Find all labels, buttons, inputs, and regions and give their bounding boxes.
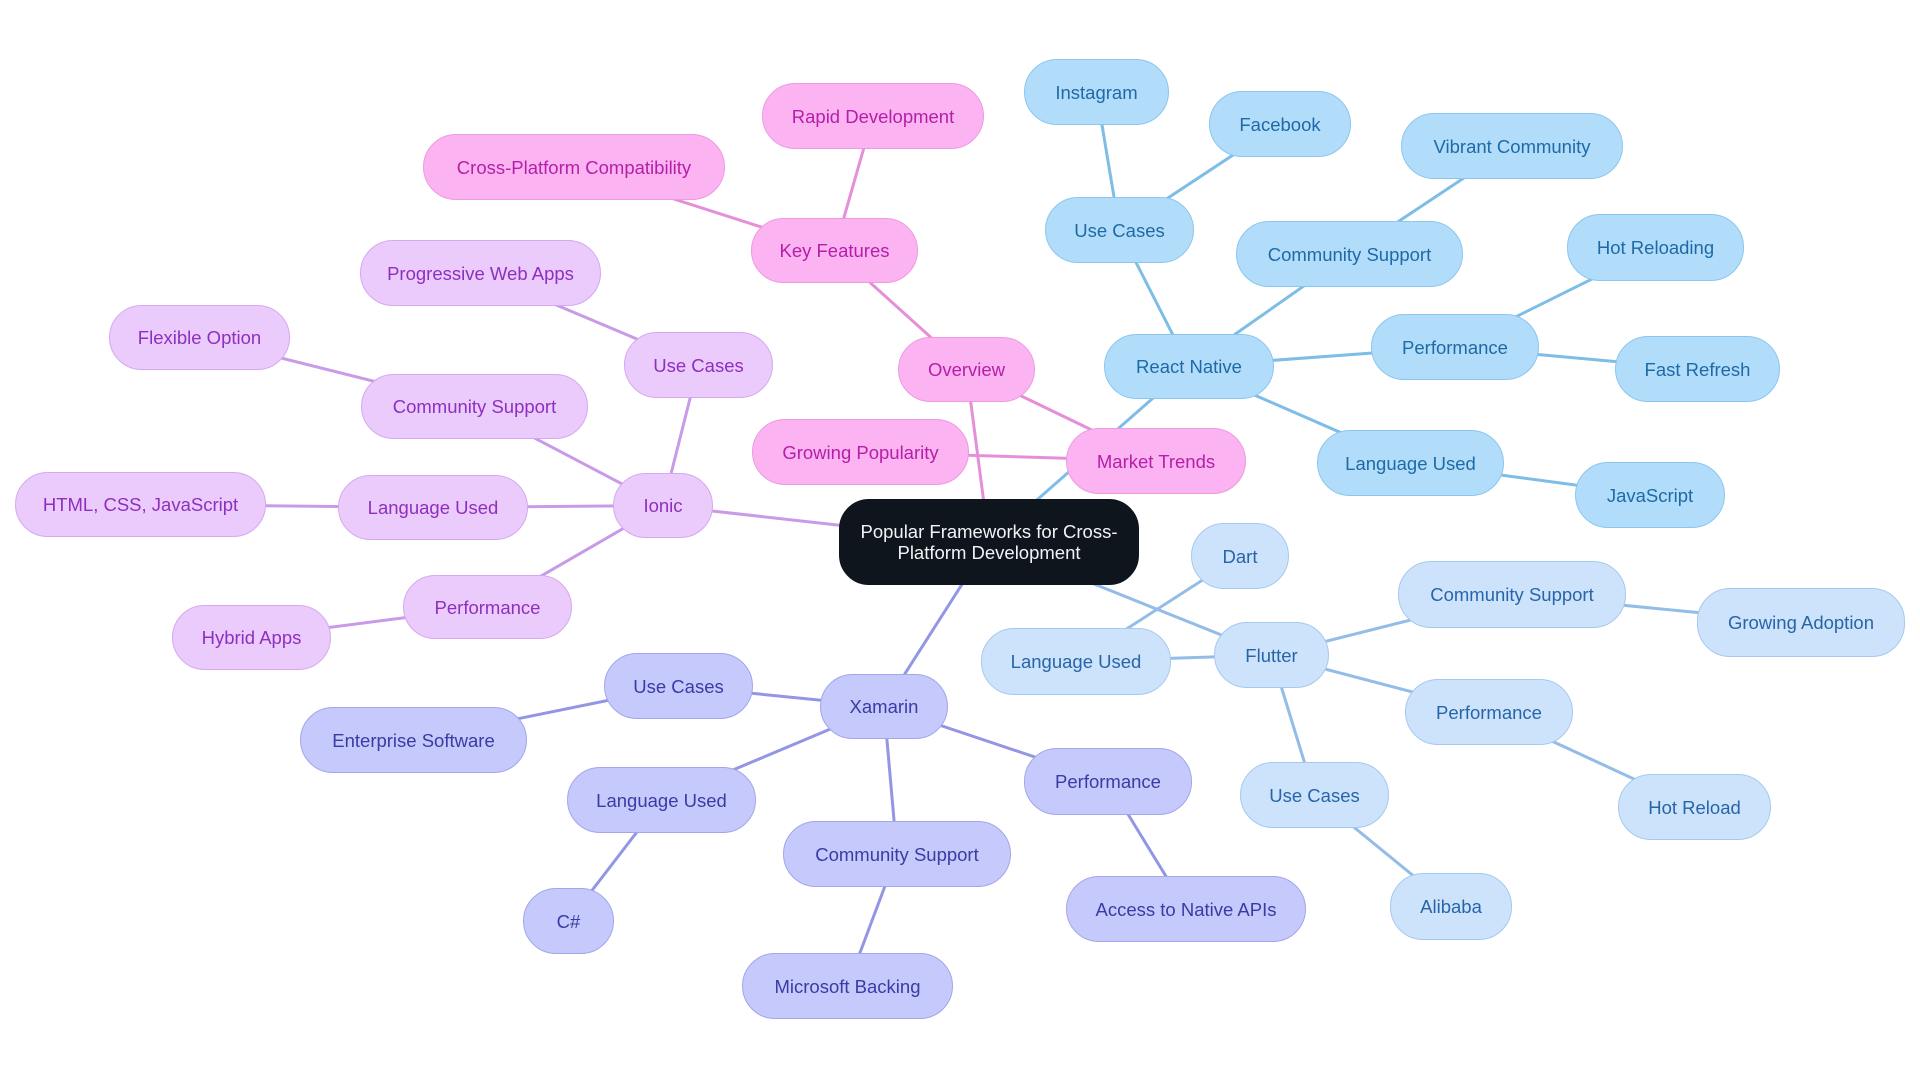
node-facebook[interactable]: Facebook bbox=[1209, 91, 1351, 157]
node-ionic-use-cases[interactable]: Use Cases bbox=[624, 332, 773, 398]
node-xamarin-community-support[interactable]: Community Support bbox=[783, 821, 1011, 887]
node-vibrant-community[interactable]: Vibrant Community bbox=[1401, 113, 1623, 179]
node-html-css-javascript[interactable]: HTML, CSS, JavaScript bbox=[15, 472, 266, 537]
node-ionic-language-used[interactable]: Language Used bbox=[338, 475, 528, 540]
node-market-trends[interactable]: Market Trends bbox=[1066, 428, 1246, 494]
node-xamarin-language-used[interactable]: Language Used bbox=[567, 767, 756, 833]
node-progressive-web-apps[interactable]: Progressive Web Apps bbox=[360, 240, 601, 306]
node-alibaba[interactable]: Alibaba bbox=[1390, 873, 1512, 940]
node-flexible-option[interactable]: Flexible Option bbox=[109, 305, 290, 370]
node-key-features[interactable]: Key Features bbox=[751, 218, 918, 283]
node-enterprise-software[interactable]: Enterprise Software bbox=[300, 707, 527, 773]
node-growing-adoption[interactable]: Growing Adoption bbox=[1697, 588, 1905, 657]
node-flutter-community-support[interactable]: Community Support bbox=[1398, 561, 1626, 628]
node-ionic[interactable]: Ionic bbox=[613, 473, 713, 538]
node-flutter[interactable]: Flutter bbox=[1214, 622, 1329, 688]
node-react-native-performance[interactable]: Performance bbox=[1371, 314, 1539, 380]
node-flutter-performance[interactable]: Performance bbox=[1405, 679, 1573, 745]
node-react-native-language-used[interactable]: Language Used bbox=[1317, 430, 1504, 496]
node-react-native[interactable]: React Native bbox=[1104, 334, 1274, 399]
node-rapid-development[interactable]: Rapid Development bbox=[762, 83, 984, 149]
node-javascript[interactable]: JavaScript bbox=[1575, 462, 1725, 528]
node-overview[interactable]: Overview bbox=[898, 337, 1035, 402]
node-hot-reload[interactable]: Hot Reload bbox=[1618, 774, 1771, 840]
node-xamarin-performance[interactable]: Performance bbox=[1024, 748, 1192, 815]
node-microsoft-backing[interactable]: Microsoft Backing bbox=[742, 953, 953, 1019]
node-flutter-language-used[interactable]: Language Used bbox=[981, 628, 1171, 695]
root-node[interactable]: Popular Frameworks for Cross-Platform De… bbox=[839, 499, 1139, 585]
node-ionic-performance[interactable]: Performance bbox=[403, 575, 572, 639]
node-instagram[interactable]: Instagram bbox=[1024, 59, 1169, 125]
node-react-native-community-support[interactable]: Community Support bbox=[1236, 221, 1463, 287]
node-react-native-use-cases[interactable]: Use Cases bbox=[1045, 197, 1194, 263]
node-dart[interactable]: Dart bbox=[1191, 523, 1289, 589]
node-flutter-use-cases[interactable]: Use Cases bbox=[1240, 762, 1389, 828]
node-xamarin[interactable]: Xamarin bbox=[820, 674, 948, 739]
node-access-to-native-apis[interactable]: Access to Native APIs bbox=[1066, 876, 1306, 942]
node-growing-popularity[interactable]: Growing Popularity bbox=[752, 419, 969, 485]
node-cross-platform-compatibility[interactable]: Cross-Platform Compatibility bbox=[423, 134, 725, 200]
node-ionic-community-support[interactable]: Community Support bbox=[361, 374, 588, 439]
node-hybrid-apps[interactable]: Hybrid Apps bbox=[172, 605, 331, 670]
node-hot-reloading[interactable]: Hot Reloading bbox=[1567, 214, 1744, 281]
node-fast-refresh[interactable]: Fast Refresh bbox=[1615, 336, 1780, 402]
node-csharp[interactable]: C# bbox=[523, 888, 614, 954]
node-xamarin-use-cases[interactable]: Use Cases bbox=[604, 653, 753, 719]
